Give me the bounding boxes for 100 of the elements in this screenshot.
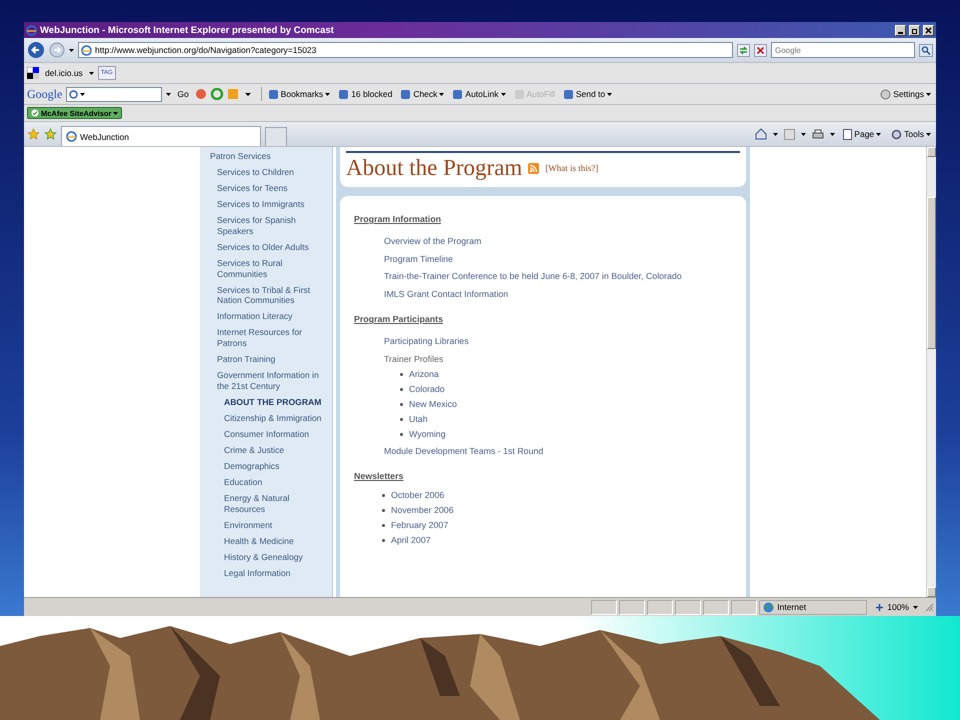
sidebar-item[interactable]: ABOUT THE PROGRAM: [200, 396, 332, 413]
toolbar-button[interactable]: 16 blocked: [336, 88, 394, 100]
caret-icon: [325, 92, 330, 96]
program-link[interactable]: Participating Libraries: [384, 336, 732, 346]
google-logo: Google: [27, 86, 62, 102]
section-heading: Program Participants: [354, 314, 444, 324]
caret-icon: [439, 92, 444, 96]
sidebar-item[interactable]: Energy & Natural Resources: [200, 493, 332, 520]
newsletter-link[interactable]: April 2007: [391, 535, 431, 546]
address-field[interactable]: http://www.webjunction.org/do/Navigation?category=15023: [78, 42, 733, 58]
bullet-icon: [400, 372, 403, 376]
sidebar-item[interactable]: Internet Resources for Patrons: [200, 327, 332, 354]
caret-icon: [166, 92, 172, 96]
sidebar-item[interactable]: Patron Services: [200, 151, 332, 168]
resize-grip-icon[interactable]: [924, 602, 934, 612]
caret-icon: [80, 92, 86, 96]
toolbar-item-icon: [562, 88, 574, 100]
sidebar-item[interactable]: Consumer Information: [200, 428, 332, 445]
newsletter-link[interactable]: October 2006: [391, 490, 444, 500]
toolbar-button[interactable]: Send to: [560, 88, 614, 100]
sidebar-item[interactable]: Environment: [200, 520, 332, 536]
sidebar-item[interactable]: Services to Older Adults: [200, 242, 332, 258]
sidebar-item[interactable]: Services to Immigrants: [200, 199, 332, 216]
caret-icon: [773, 132, 778, 136]
back-icon[interactable]: [27, 41, 45, 59]
search-icon[interactable]: [919, 44, 933, 56]
bullet-icon: [400, 388, 403, 391]
scrollbar[interactable]: [926, 147, 936, 597]
state-link[interactable]: Arizona: [409, 369, 439, 380]
sidebar-item[interactable]: Services to Tribal & First Nation Communities: [200, 284, 332, 312]
caret-icon: [876, 132, 882, 136]
sidebar-item[interactable]: Services for Spanish Speakers: [200, 215, 332, 242]
section-heading: Program Information: [354, 214, 442, 224]
url-text: http://www.webjunction.org/do/Navigation?category=15023: [95, 45, 316, 55]
sidebar-item[interactable]: Demographics: [200, 461, 332, 478]
caret-icon: [88, 72, 94, 74]
caret-icon: [801, 132, 806, 136]
program-link[interactable]: Train-the-Trainer Conference to be held June 6-8, 2007 in Boulder, Colorado: [384, 271, 732, 282]
sidebar-item[interactable]: Services to Children: [200, 167, 332, 184]
refresh-icon[interactable]: [737, 44, 750, 56]
sidebar-item[interactable]: Services for Teens: [200, 183, 332, 200]
go-button[interactable]: Go: [175, 89, 191, 99]
settings-button[interactable]: Settings: [878, 88, 933, 100]
toolbar-button[interactable]: Check: [398, 88, 446, 100]
bullet-icon: [382, 524, 385, 527]
restore-button[interactable]: [909, 24, 920, 36]
newsletter-link[interactable]: November 2006: [391, 505, 454, 516]
restore-icon: [911, 26, 918, 34]
program-link[interactable]: Module Development Teams - 1st Round: [384, 446, 732, 456]
google-search-field[interactable]: [66, 86, 162, 102]
sidebar-item[interactable]: Citizenship & Immigration: [200, 412, 332, 429]
program-link[interactable]: Program Timeline: [384, 254, 732, 264]
zoom-icon: [875, 602, 884, 612]
stop-icon[interactable]: [754, 44, 767, 56]
toolbar-button[interactable]: AutoLink: [450, 88, 508, 100]
state-link[interactable]: Utah: [409, 414, 428, 424]
bullet-icon: [382, 538, 385, 542]
close-button[interactable]: [923, 24, 934, 36]
toolbar-item-icon: [400, 88, 412, 100]
page-menu[interactable]: Page: [841, 128, 884, 140]
search-field[interactable]: Google: [771, 42, 915, 58]
caret-icon: [607, 92, 612, 96]
toolbar-item-icon: [268, 88, 279, 100]
state-link[interactable]: Wyoming: [409, 429, 446, 440]
tools-menu[interactable]: Tools: [889, 128, 933, 140]
window-title: WebJunction - Microsoft Internet Explorer presented by Comcast: [40, 24, 334, 36]
toolbar-button[interactable]: Bookmarks: [266, 88, 332, 100]
list-label: Trainer Profiles: [384, 354, 444, 364]
sidebar-item[interactable]: Services to Rural Communities: [200, 258, 332, 285]
bullet-icon: [400, 402, 403, 406]
sidebar-item[interactable]: Health & Medicine: [200, 536, 332, 552]
favorites-star-icon[interactable]: [27, 128, 40, 140]
globe-icon: [81, 44, 92, 56]
sidebar-item[interactable]: Information Literacy: [200, 311, 332, 328]
sidebar-item[interactable]: Education: [200, 477, 332, 494]
sidebar-item[interactable]: Government Information in the 21st Century: [200, 370, 332, 397]
sidebar-item[interactable]: Legal Information: [200, 568, 332, 584]
bookmark-link[interactable]: del.icio.us: [43, 68, 85, 78]
browser-tab[interactable]: WebJunction: [61, 126, 261, 146]
sidebar-item[interactable]: History & Genealogy: [200, 552, 332, 568]
state-link[interactable]: New Mexico: [409, 399, 457, 410]
newsletter-link[interactable]: February 2007: [391, 520, 448, 530]
print-icon[interactable]: [812, 128, 824, 140]
sidebar-item[interactable]: Crime & Justice: [200, 444, 332, 461]
minimize-button[interactable]: [895, 24, 906, 36]
home-icon[interactable]: [755, 128, 768, 140]
program-link[interactable]: Overview of the Program: [384, 236, 732, 246]
globe-icon: [26, 24, 37, 36]
state-link[interactable]: Colorado: [409, 384, 445, 394]
add-favorite-icon[interactable]: [44, 128, 57, 140]
sidebar-item[interactable]: Patron Training: [200, 354, 332, 370]
close-icon: [925, 26, 932, 34]
globe-icon: [763, 602, 774, 612]
toolbar-item-icon: [514, 88, 524, 100]
bullet-icon: [382, 494, 385, 497]
feed-help-link[interactable]: [What is this?]: [545, 163, 598, 173]
security-zone: Internet: [759, 600, 868, 614]
program-link[interactable]: IMLS Grant Contact Information: [384, 288, 732, 299]
forward-icon[interactable]: [49, 42, 65, 58]
zoom-button[interactable]: 100%: [871, 602, 913, 612]
